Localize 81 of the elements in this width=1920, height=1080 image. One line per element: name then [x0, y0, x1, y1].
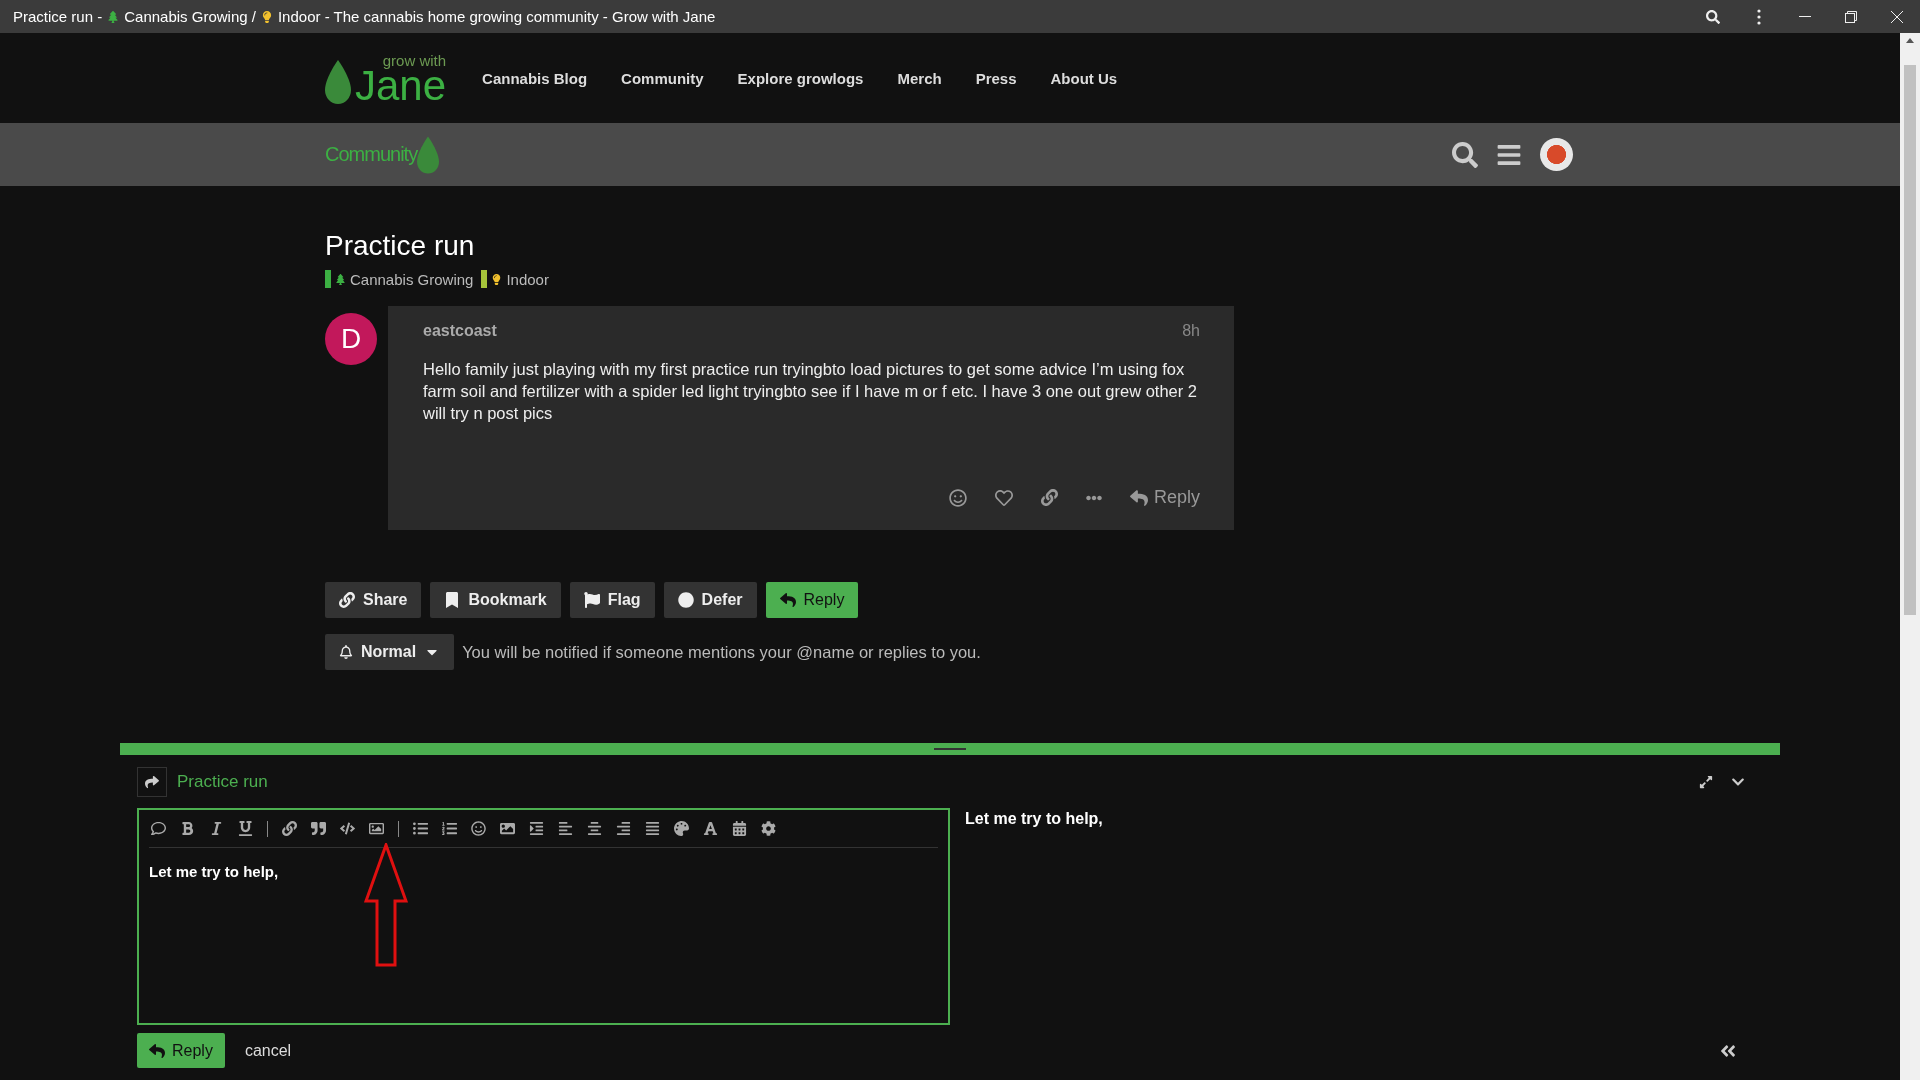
align-right-icon[interactable] — [616, 821, 631, 836]
zoom-icon — [1706, 9, 1720, 24]
category-link[interactable]: Indoor — [506, 270, 549, 288]
palette-icon[interactable] — [674, 821, 689, 836]
window-title: Cannabis Growing / — [124, 8, 256, 25]
preview-text: Let me try to help, — [965, 809, 1103, 829]
close-icon — [1890, 9, 1904, 24]
logo-text: grow with — [382, 52, 447, 68]
notification-dropdown[interactable]: Normal — [325, 634, 455, 670]
quote-icon[interactable] — [311, 821, 326, 836]
nav-link[interactable]: About Us — [1050, 69, 1118, 87]
indent-icon[interactable] — [529, 821, 544, 836]
bookmark-button[interactable]: Bookmark — [430, 582, 561, 618]
flag-button[interactable]: Flag — [569, 582, 655, 618]
topic-title: Practice run — [325, 230, 476, 262]
circle-icon — [677, 592, 694, 608]
minimize-icon — [1799, 15, 1811, 18]
italic-icon[interactable] — [209, 821, 224, 836]
restore-icon — [1845, 10, 1857, 23]
share-arrow-icon — [145, 775, 159, 789]
reply-action-button[interactable] — [137, 767, 167, 797]
lightbulb-icon — [491, 273, 503, 285]
post-age: 8h — [1182, 322, 1200, 340]
site-logo[interactable]: grow with Jane — [325, 52, 447, 104]
tree-icon — [335, 273, 346, 285]
defer-button[interactable]: Defer — [663, 582, 757, 618]
code-icon[interactable] — [340, 821, 355, 836]
share-button[interactable]: Share — [325, 582, 422, 618]
bullet-list-icon[interactable] — [413, 821, 428, 836]
nav-link[interactable]: Press — [975, 69, 1017, 87]
category-link[interactable]: Cannabis Growing — [350, 270, 474, 288]
username[interactable]: eastcoast — [423, 322, 497, 340]
numbered-list-icon[interactable] — [442, 821, 457, 836]
user-avatar: D — [325, 313, 377, 365]
kebab-icon — [1757, 8, 1761, 25]
user-avatar[interactable] — [1540, 138, 1573, 171]
bold-icon[interactable] — [180, 821, 195, 836]
underline-icon[interactable] — [238, 821, 253, 836]
bell-icon — [339, 645, 353, 659]
settings-icon[interactable] — [761, 821, 776, 836]
scroll-up-icon[interactable] — [1906, 37, 1914, 43]
image-icon[interactable] — [369, 821, 384, 836]
reply-icon — [1129, 488, 1148, 507]
reply-button[interactable]: Reply — [765, 582, 859, 618]
nav-link[interactable]: Merch — [897, 69, 942, 87]
reply-icon — [149, 1042, 165, 1059]
emoji-icon[interactable] — [948, 488, 967, 507]
search-icon[interactable] — [1452, 141, 1478, 168]
link-icon — [339, 592, 355, 608]
link-icon[interactable] — [1040, 489, 1058, 506]
align-left-icon[interactable] — [558, 821, 573, 836]
speech-bubble-icon[interactable] — [151, 821, 166, 836]
image-icon[interactable] — [500, 821, 515, 836]
nav-link[interactable]: Explore growlogs — [737, 69, 864, 87]
window-title: Indoor - The cannabis home growing community - Grow with Jane — [277, 8, 716, 25]
heart-icon[interactable] — [994, 488, 1013, 507]
notification-description: You will be notified if someone mentions your @name or replies to you. — [462, 642, 981, 662]
cancel-link[interactable]: cancel — [244, 1041, 292, 1060]
nav-link[interactable]: Cannabis Blog — [482, 69, 588, 87]
editor-field[interactable]: Let me try to help, — [137, 808, 950, 1025]
tree-icon — [107, 10, 120, 23]
lightbulb-icon — [260, 10, 273, 23]
align-justify-icon[interactable] — [645, 821, 660, 836]
expand-icon[interactable] — [1699, 775, 1713, 789]
calendar-icon[interactable] — [732, 821, 747, 836]
reply-topic-link[interactable]: Practice run — [177, 772, 268, 792]
leaf-icon — [325, 59, 351, 104]
align-center-icon[interactable] — [587, 821, 602, 836]
editor-text: Let me try to help, — [149, 863, 279, 880]
link-icon[interactable] — [282, 821, 297, 836]
font-icon[interactable] — [703, 821, 718, 836]
emoji-icon[interactable] — [471, 821, 486, 836]
nav-link[interactable]: Community — [621, 69, 704, 87]
leaf-icon — [417, 134, 440, 175]
reply-button[interactable]: Reply — [137, 1033, 225, 1068]
bookmark-icon — [444, 592, 461, 608]
flag-icon — [583, 592, 600, 608]
post-body: Hello family just playing with my first practice run tryingbto load pictures to get some advice I’m using fox farm soil and fertilizer with a spider led light tryingbto see if I have m or f etc. I have 3 one out grew other 2 will try n post pics — [423, 359, 1199, 424]
window-title: Practice run - — [13, 8, 103, 25]
reply-icon — [779, 592, 796, 608]
reply-button[interactable]: Reply — [1129, 487, 1200, 508]
